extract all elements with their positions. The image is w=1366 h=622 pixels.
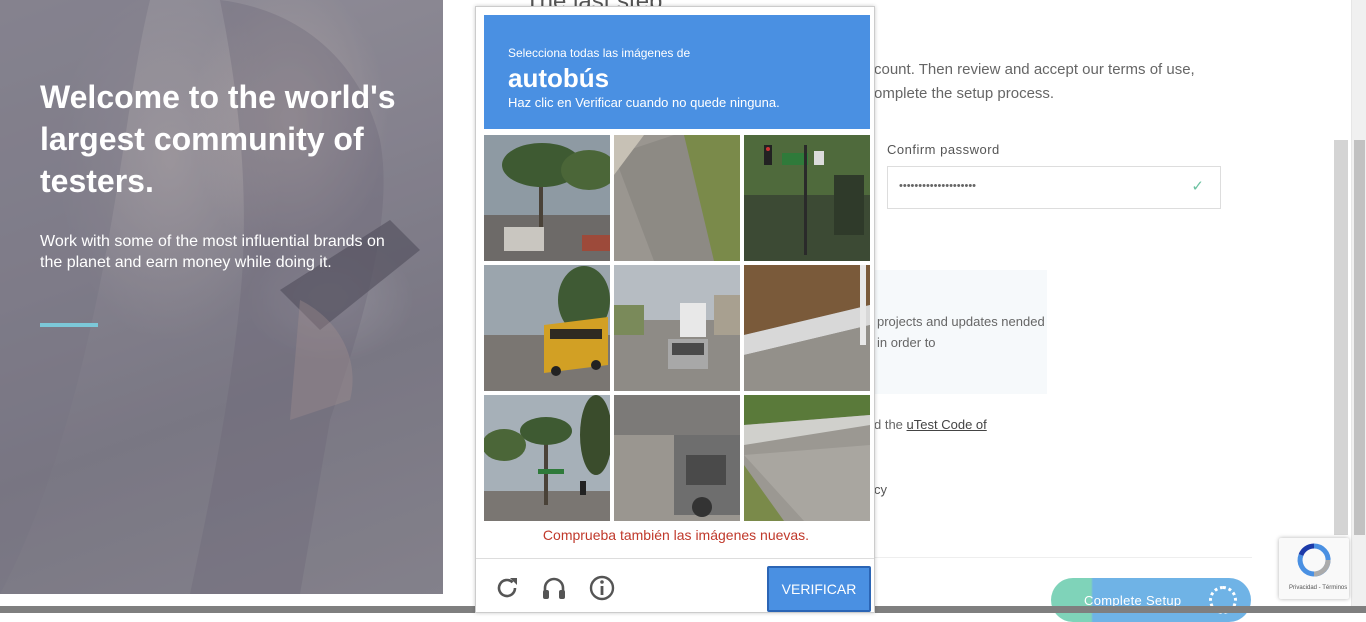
info-text: projects and updates nended in order to [877, 314, 1045, 350]
info-icon[interactable] [588, 574, 616, 602]
street-sign-tile[interactable] [744, 135, 870, 261]
recaptcha-challenge: Selecciona todas las imágenes de autobús… [475, 6, 875, 613]
yellow-bus-tile[interactable] [484, 265, 610, 391]
palm-street-tile[interactable] [484, 135, 610, 261]
form-description: count. Then review and accept our terms … [874, 61, 1195, 102]
curb-grass-tile[interactable] [744, 395, 870, 521]
hero-title: Welcome to the world's largest community… [40, 79, 396, 199]
check-icon: ✓ [1191, 178, 1204, 195]
agree-prefix: d the [874, 417, 907, 432]
divider [874, 557, 1252, 558]
challenge-target: autobús [508, 63, 610, 93]
hero-accent-line [40, 323, 98, 327]
confirm-password-label: Confirm password [887, 142, 1000, 157]
agree-text: d the uTest Code of [874, 417, 987, 432]
recaptcha-logo-icon [1297, 543, 1331, 577]
scrollbar-thumb[interactable] [1354, 140, 1365, 535]
confirm-password-field[interactable]: •••••••••••••••••••• ✓ [887, 166, 1221, 209]
privacy-link[interactable]: cy [874, 482, 887, 497]
confirm-password-value: •••••••••••••••••••• [899, 180, 977, 192]
code-of-conduct-link[interactable]: uTest Code of [907, 417, 987, 432]
image-grid [484, 135, 870, 521]
roadside-fence-tile[interactable] [744, 265, 870, 391]
complete-setup-button[interactable]: Complete Setup [1051, 578, 1251, 622]
challenge-note: Haz clic en Verificar cuando no quede ni… [508, 95, 780, 110]
badge-privacy-terms[interactable]: Privacidad - Términos [1289, 585, 1347, 591]
verify-button[interactable]: VERIFICAR [767, 566, 871, 612]
reload-icon[interactable] [493, 574, 521, 602]
scrollbar[interactable] [1351, 0, 1366, 606]
truck-street-tile[interactable] [614, 265, 740, 391]
challenge-instruction: Selecciona todas las imágenes de [508, 46, 691, 60]
hero-panel: Welcome to the world's largest community… [0, 0, 443, 594]
recaptcha-badge[interactable]: Privacidad - Términos [1279, 538, 1349, 599]
vehicle-rear-tile[interactable] [614, 395, 740, 521]
challenge-header: Selecciona todas las imágenes de autobús… [484, 15, 870, 129]
new-images-warning: Comprueba también las imágenes nuevas. [542, 527, 810, 543]
palm-traffic-tile[interactable] [484, 395, 610, 521]
headphones-icon[interactable] [540, 574, 568, 602]
road-grass-tile[interactable] [614, 135, 740, 261]
inner-scroll-thumb[interactable] [1334, 140, 1348, 535]
challenge-footer: VERIFICAR [476, 558, 874, 613]
hero-subtitle: Work with some of the most influential b… [40, 233, 385, 271]
